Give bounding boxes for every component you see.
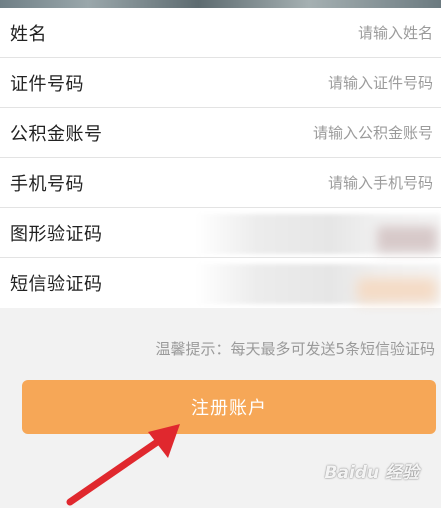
sms-code-input-blurred[interactable] <box>196 264 441 304</box>
id-number-label: 证件号码 <box>10 73 84 95</box>
fund-account-input[interactable] <box>193 123 433 142</box>
id-number-input[interactable] <box>193 73 433 92</box>
phone-input[interactable] <box>193 173 433 192</box>
fund-account-row: 公积金账号 <box>0 108 441 158</box>
captcha-input-blurred[interactable] <box>196 214 441 254</box>
captcha-row: 图形验证码 <box>0 208 441 258</box>
name-input[interactable] <box>193 23 433 42</box>
fund-account-label: 公积金账号 <box>10 123 103 145</box>
phone-label: 手机号码 <box>10 173 84 195</box>
red-arrow-annotation <box>66 424 180 506</box>
sms-limit-tip: 温馨提示：每天最多可发送5条短信验证码 <box>155 340 435 358</box>
id-number-row: 证件号码 <box>0 58 441 108</box>
top-banner-image <box>0 0 441 8</box>
sms-code-row: 短信验证码 <box>0 258 441 308</box>
send-sms-button[interactable] <box>357 278 437 302</box>
captcha-label: 图形验证码 <box>10 223 103 245</box>
registration-form: 姓名 证件号码 公积金账号 手机号码 图形验证码 短信验证码 <box>0 8 441 308</box>
name-row: 姓名 <box>0 8 441 58</box>
baidu-watermark: Baidu 经验 <box>324 463 419 483</box>
phone-row: 手机号码 <box>0 158 441 208</box>
captcha-image[interactable] <box>377 226 437 252</box>
name-label: 姓名 <box>10 23 47 45</box>
sms-code-label: 短信验证码 <box>10 274 103 295</box>
